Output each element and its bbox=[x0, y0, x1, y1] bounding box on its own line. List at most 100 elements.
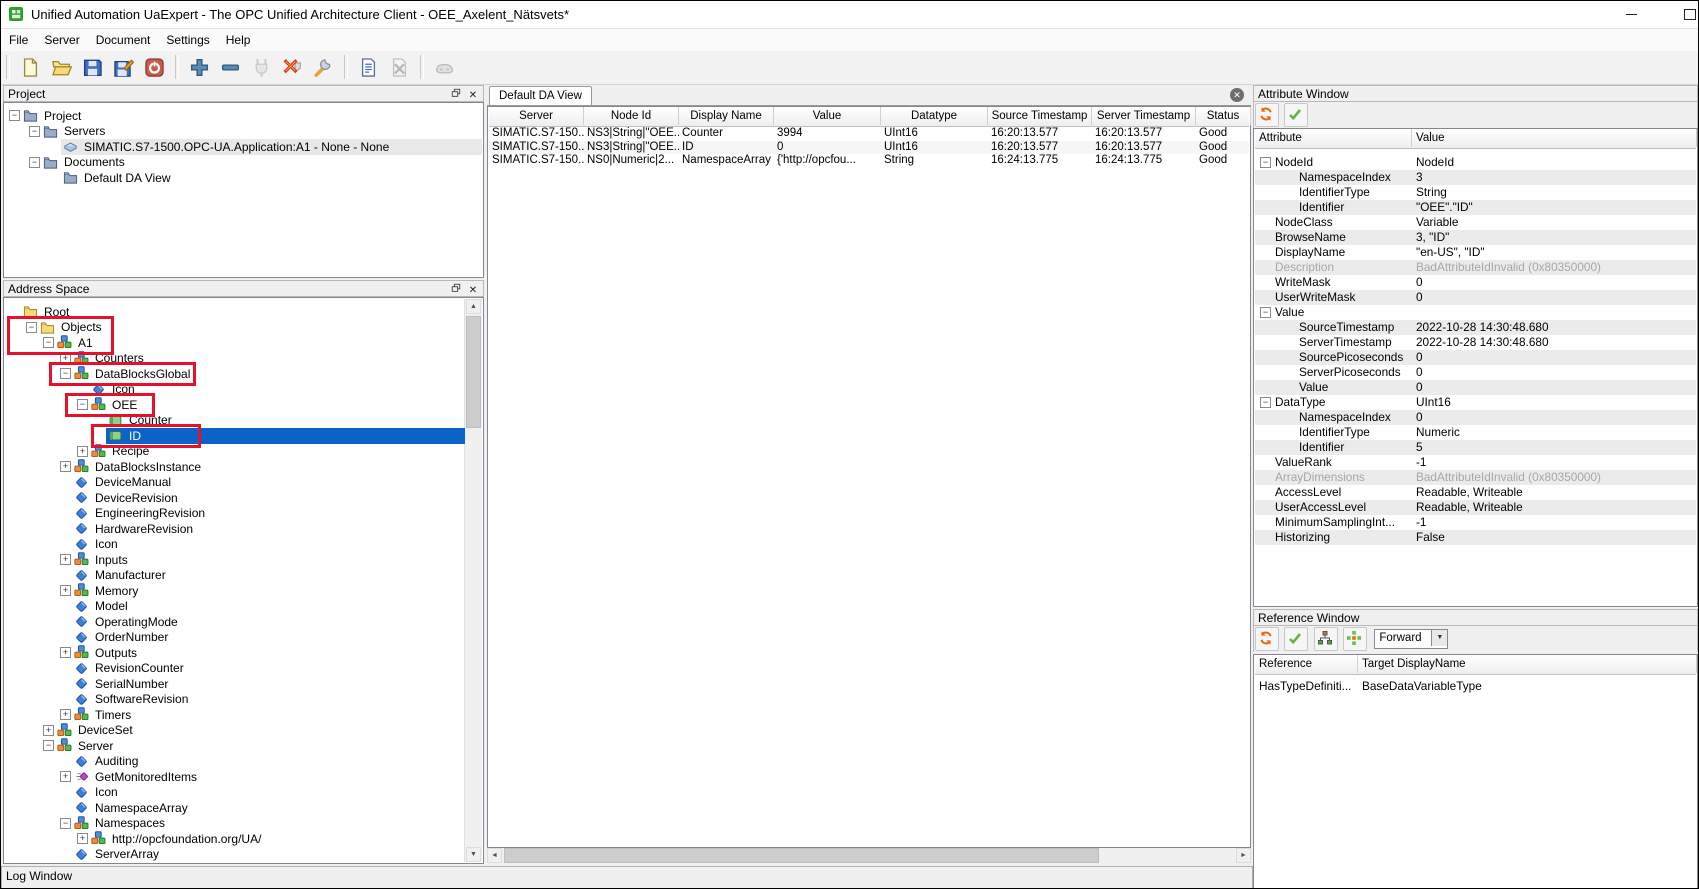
scrollbar-thumb[interactable] bbox=[466, 316, 481, 428]
tree-item-engineeringrevision[interactable]: EngineeringRevision bbox=[5, 506, 465, 522]
tree-item-datablocksinstance[interactable]: +DataBlocksInstance bbox=[5, 459, 465, 475]
tree-item-documents[interactable]: −Documents bbox=[5, 155, 482, 171]
scroll-down-icon[interactable]: ▼ bbox=[466, 847, 481, 862]
float-panel-icon[interactable] bbox=[449, 88, 463, 102]
column-header-attribute[interactable]: Attribute bbox=[1255, 129, 1412, 147]
tree-item-icon[interactable]: Icon bbox=[5, 382, 465, 398]
collapse-icon[interactable]: − bbox=[29, 157, 40, 168]
column-header-target-displayname[interactable]: Target DisplayName bbox=[1358, 655, 1697, 673]
hierarchy-view-button[interactable] bbox=[1314, 627, 1338, 651]
menu-item-settings[interactable]: Settings bbox=[158, 29, 217, 51]
table-row[interactable]: SIMATIC.S7-150...NS3|String|"OEE...Count… bbox=[489, 127, 1249, 141]
save-document-as-button[interactable] bbox=[109, 53, 138, 82]
attribute-row-browsename[interactable]: BrowseName3, "ID" bbox=[1255, 230, 1696, 245]
tree-item-serverarray[interactable]: ServerArray bbox=[5, 847, 465, 863]
menu-item-document[interactable]: Document bbox=[88, 29, 159, 51]
attribute-row-minimumsamplingint-[interactable]: MinimumSamplingInt...-1 bbox=[1255, 515, 1696, 530]
column-header-server-timestamp[interactable]: Server Timestamp bbox=[1092, 107, 1196, 125]
column-header-node-id[interactable]: Node Id bbox=[584, 107, 679, 125]
tree-item-project[interactable]: −Project bbox=[5, 108, 482, 124]
address-space-scrollbar[interactable]: ▲ ▼ bbox=[464, 299, 482, 862]
column-header-source-timestamp[interactable]: Source Timestamp bbox=[988, 107, 1092, 125]
tree-item-servers[interactable]: −Servers bbox=[5, 124, 482, 140]
column-header-value[interactable]: Value bbox=[1412, 129, 1697, 147]
close-panel-icon[interactable]: ✕ bbox=[466, 89, 480, 103]
expand-icon[interactable]: + bbox=[60, 709, 71, 720]
minimize-button[interactable] bbox=[1609, 1, 1653, 28]
tree-item-a1[interactable]: −A1 bbox=[5, 335, 465, 351]
attribute-row-value[interactable]: Value0 bbox=[1255, 380, 1696, 395]
scroll-right-icon[interactable]: ► bbox=[1236, 848, 1251, 863]
tree-item-id[interactable]: ID bbox=[5, 428, 465, 444]
disconnect-server-button[interactable] bbox=[278, 53, 307, 82]
tree-item-deviceset[interactable]: +DeviceSet bbox=[5, 723, 465, 739]
close-panel-icon[interactable]: ✕ bbox=[466, 284, 480, 298]
tree-item-ordernumber[interactable]: OrderNumber bbox=[5, 630, 465, 646]
tree-item-default-da-view[interactable]: Default DA View bbox=[5, 170, 482, 186]
tree-item-oee[interactable]: −OEE bbox=[5, 397, 465, 413]
tree-item-root[interactable]: Root bbox=[5, 304, 465, 320]
tree-item-recipe[interactable]: +Recipe bbox=[5, 444, 465, 460]
menu-item-server[interactable]: Server bbox=[36, 29, 87, 51]
scroll-left-icon[interactable]: ◄ bbox=[487, 848, 502, 863]
apply-button[interactable] bbox=[1284, 103, 1308, 127]
scrollbar-thumb[interactable] bbox=[504, 848, 1099, 863]
attribute-row-historizing[interactable]: HistorizingFalse bbox=[1255, 530, 1696, 545]
column-header-display-name[interactable]: Display Name bbox=[679, 107, 774, 125]
tree-item-objects[interactable]: −Objects bbox=[5, 320, 465, 336]
tree-item-counter[interactable]: Counter bbox=[5, 413, 465, 429]
attribute-row-value[interactable]: −Value bbox=[1255, 305, 1696, 320]
tree-item-timers[interactable]: +Timers bbox=[5, 707, 465, 723]
tree-item-memory[interactable]: +Memory bbox=[5, 583, 465, 599]
refresh-button[interactable] bbox=[1255, 103, 1279, 127]
tree-item-namespacearray[interactable]: NamespaceArray bbox=[5, 800, 465, 816]
collapse-icon[interactable]: − bbox=[9, 110, 20, 121]
attribute-row-servertimestamp[interactable]: ServerTimestamp2022-10-28 14:30:48.680 bbox=[1255, 335, 1696, 350]
table-row[interactable]: SIMATIC.S7-150...NS0|Numeric|2...Namespa… bbox=[489, 154, 1249, 168]
attribute-row-useraccesslevel[interactable]: UserAccessLevelReadable, Writeable bbox=[1255, 500, 1696, 515]
attribute-row-datatype[interactable]: −DataTypeUInt16 bbox=[1255, 395, 1696, 410]
collapse-icon[interactable]: − bbox=[43, 740, 54, 751]
expand-icon[interactable]: + bbox=[60, 554, 71, 565]
float-panel-icon[interactable] bbox=[449, 283, 463, 297]
collapse-icon[interactable]: − bbox=[1260, 397, 1271, 408]
target-view-button[interactable] bbox=[1343, 627, 1367, 651]
collapse-icon[interactable]: − bbox=[1260, 157, 1271, 168]
refresh-button[interactable] bbox=[1255, 627, 1279, 651]
close-view-icon[interactable]: ✕ bbox=[1230, 88, 1244, 102]
add-server-button[interactable] bbox=[185, 53, 214, 82]
collapse-icon[interactable]: − bbox=[60, 368, 71, 379]
tree-item-model[interactable]: Model bbox=[5, 599, 465, 615]
attribute-row-sourcetimestamp[interactable]: SourceTimestamp2022-10-28 14:30:48.680 bbox=[1255, 320, 1696, 335]
tree-item-getmonitoreditems[interactable]: +GetMonitoredItems bbox=[5, 769, 465, 785]
add-document-button[interactable] bbox=[354, 53, 383, 82]
expand-icon[interactable]: + bbox=[60, 647, 71, 658]
attribute-row-serverpicoseconds[interactable]: ServerPicoseconds0 bbox=[1255, 365, 1696, 380]
expand-icon[interactable]: + bbox=[77, 833, 88, 844]
tree-item-simatic-s7-1500-opc-ua-application-a1-none-none[interactable]: SIMATIC.S7-1500.OPC-UA.Application:A1 - … bbox=[5, 139, 482, 155]
tree-item-serialnumber[interactable]: SerialNumber bbox=[5, 676, 465, 692]
attribute-row-userwritemask[interactable]: UserWriteMask0 bbox=[1255, 290, 1696, 305]
tree-item-server[interactable]: −Server bbox=[5, 738, 465, 754]
server-properties-button[interactable] bbox=[309, 53, 338, 82]
apply-button[interactable] bbox=[1284, 627, 1308, 651]
tree-item-softwarerevision[interactable]: SoftwareRevision bbox=[5, 692, 465, 708]
da-view-hscrollbar[interactable]: ◄ ► bbox=[487, 848, 1251, 864]
reference-row[interactable]: HasTypeDefiniti...BaseDataVariableType bbox=[1255, 679, 1696, 694]
misc-device-button[interactable] bbox=[430, 53, 459, 82]
scroll-up-icon[interactable]: ▲ bbox=[466, 299, 481, 314]
collapse-icon[interactable]: − bbox=[43, 337, 54, 348]
attribute-row-description[interactable]: DescriptionBadAttributeIdInvalid (0x8035… bbox=[1255, 260, 1696, 275]
tree-item-devicerevision[interactable]: DeviceRevision bbox=[5, 490, 465, 506]
attribute-row-accesslevel[interactable]: AccessLevelReadable, Writeable bbox=[1255, 485, 1696, 500]
table-row[interactable]: SIMATIC.S7-150...NS3|String|"OEE...ID0UI… bbox=[489, 141, 1249, 155]
tree-item-devicemanual[interactable]: DeviceManual bbox=[5, 475, 465, 491]
expand-icon[interactable]: + bbox=[60, 585, 71, 596]
exit-button[interactable] bbox=[140, 53, 169, 82]
attribute-row-identifiertype[interactable]: IdentifierTypeString bbox=[1255, 185, 1696, 200]
expand-icon[interactable]: + bbox=[77, 446, 88, 457]
tree-item-outputs[interactable]: +Outputs bbox=[5, 645, 465, 661]
menu-item-help[interactable]: Help bbox=[218, 29, 259, 51]
expand-icon[interactable]: + bbox=[60, 461, 71, 472]
tree-item-icon[interactable]: Icon bbox=[5, 785, 465, 801]
